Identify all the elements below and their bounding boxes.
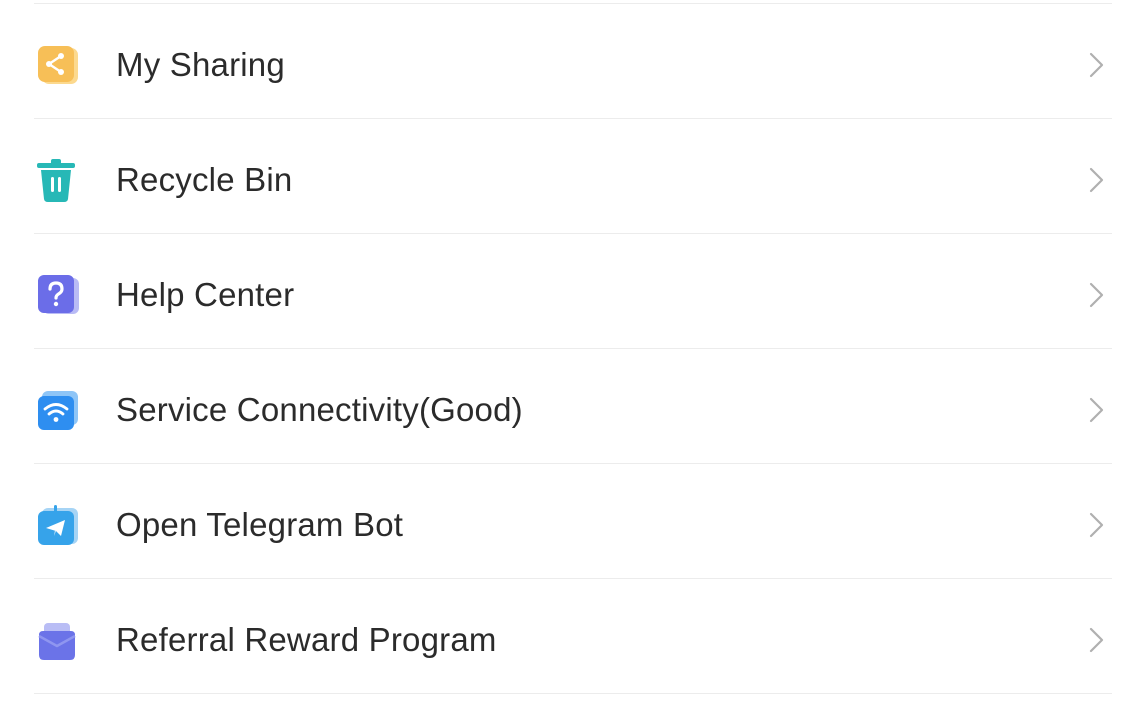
menu-item-referral-reward-program[interactable]: Referral Reward Program	[0, 579, 1146, 694]
menu-item-label: Help Center	[116, 276, 295, 313]
menu-item-label: Recycle Bin	[116, 161, 293, 198]
menu-item-service-connectivity[interactable]: Service Connectivity(Good)	[0, 349, 1146, 464]
menu-item-label: Service Connectivity(Good)	[116, 391, 523, 428]
menu-item-label: Referral Reward Program	[116, 621, 497, 658]
menu-item-label: Open Telegram Bot	[116, 506, 404, 543]
menu-item-open-telegram-bot[interactable]: Open Telegram Bot	[0, 464, 1146, 579]
chevron-right-icon	[1084, 165, 1108, 195]
telegram-icon	[34, 502, 82, 550]
chevron-right-icon	[1084, 625, 1108, 655]
share-icon	[34, 42, 82, 90]
chevron-right-icon	[1084, 50, 1108, 80]
trash-icon	[34, 157, 82, 205]
menu-item-label: My Sharing	[116, 46, 285, 83]
menu-item-recycle-bin[interactable]: Recycle Bin	[0, 119, 1146, 234]
chevron-right-icon	[1084, 510, 1108, 540]
wifi-icon	[34, 387, 82, 435]
help-icon	[34, 272, 82, 320]
menu-item-help-center[interactable]: Help Center	[0, 234, 1146, 349]
menu-item-my-sharing[interactable]: My Sharing	[0, 4, 1146, 119]
mail-icon	[34, 617, 82, 665]
chevron-right-icon	[1084, 395, 1108, 425]
divider	[34, 693, 1112, 694]
menu-list: My Sharing Recycle Bin Help Center Servi…	[0, 0, 1146, 716]
chevron-right-icon	[1084, 280, 1108, 310]
